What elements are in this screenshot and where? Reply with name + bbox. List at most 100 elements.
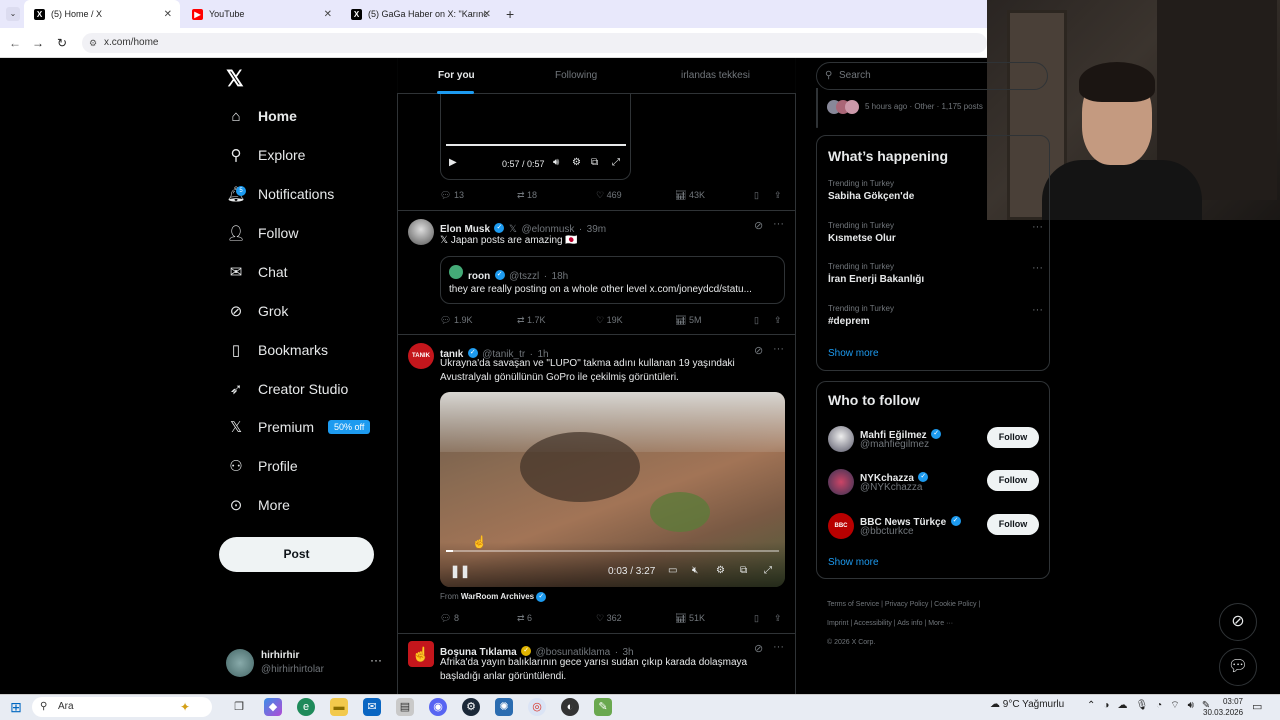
tray-icon[interactable]: ◔ — [1156, 700, 1170, 711]
tab-home-x[interactable]: X (5) Home / X ✕ — [24, 0, 180, 28]
new-tab-plus-icon[interactable]: + — [506, 6, 514, 22]
show-more-link[interactable]: Show more — [828, 348, 879, 359]
trend-item[interactable]: Trending in Turkey #deprem ··· — [828, 304, 1043, 327]
avatar[interactable]: TANIK — [408, 343, 434, 369]
reload-icon[interactable]: ↻ — [53, 34, 71, 52]
more-dots-icon[interactable]: ··· — [773, 343, 784, 355]
sidebar-item-chat[interactable]: ✉ Chat — [226, 257, 288, 287]
play-icon[interactable]: ▶ — [449, 157, 457, 168]
share-icon[interactable]: ⇪ — [774, 190, 782, 201]
repost-button[interactable]: ⇄ 1.7K — [517, 315, 546, 326]
close-icon[interactable]: ✕ — [164, 9, 172, 20]
app-icon[interactable]: ▤ — [396, 698, 414, 716]
more-dots-icon[interactable]: ··· — [1032, 304, 1043, 316]
views-button[interactable]: 📊︎ 51K — [675, 613, 705, 624]
chrome-icon[interactable]: ◎ — [528, 698, 546, 716]
trend-item[interactable]: Trending in Turkey Kısmetse Olur ··· — [828, 221, 1043, 244]
like-button[interactable]: ♡ 362 — [596, 613, 622, 624]
trend-card-partial[interactable]: 5 hours ago · Other · 1,175 posts — [816, 88, 983, 128]
system-tray[interactable]: ⌃◑☁🎙︎◔⌔🔊︎✎ — [1087, 699, 1218, 712]
microphone-icon[interactable]: 🎙︎ — [1135, 700, 1156, 711]
reply-button[interactable]: 💬︎ 1.9K — [440, 315, 472, 326]
fullscreen-icon[interactable]: ⤢ — [764, 565, 772, 576]
grok-icon[interactable]: ⊘ — [754, 344, 763, 357]
notepad-icon[interactable]: ✎ — [594, 698, 612, 716]
settings-icon[interactable]: ⚙ — [572, 157, 581, 168]
footer-link[interactable]: Terms of Service — [827, 601, 879, 608]
repost-button[interactable]: ⇄ 18 — [517, 190, 537, 201]
pip-icon[interactable]: ⧉ — [740, 565, 747, 576]
follow-suggestion[interactable]: BBC BBC News Türkçe ✓ @bbcturkce Follow — [828, 511, 1043, 541]
more-dots-icon[interactable]: ··· — [773, 218, 784, 230]
pip-icon[interactable]: ⧉ — [591, 157, 598, 168]
post-time[interactable]: 39m — [587, 224, 606, 235]
trend-item[interactable]: Trending in Turkey Sabiha Gökçen'de — [828, 179, 1043, 202]
sidebar-item-profile[interactable]: ⚇ Profile — [226, 451, 297, 481]
discord-icon[interactable]: ◉ — [429, 698, 447, 716]
sidebar-item-more[interactable]: ⊙ More — [226, 490, 290, 520]
more-dots-icon[interactable]: ··· — [1032, 262, 1043, 274]
wifi-icon[interactable]: ⌔ — [1170, 700, 1187, 711]
post-button[interactable]: Post — [219, 537, 374, 572]
pause-icon[interactable]: ❚❚ — [450, 564, 470, 578]
follow-button[interactable]: Follow — [987, 470, 1039, 491]
avatar[interactable] — [408, 219, 434, 245]
more-dots-icon[interactable]: ··· — [1032, 221, 1043, 233]
footer-link[interactable]: Ads info — [897, 620, 922, 627]
grok-icon[interactable]: ⊘ — [754, 642, 763, 655]
follow-suggestion[interactable]: NYKchazza ✓ @NYKchazza Follow — [828, 467, 1043, 497]
bookmark-icon[interactable]: ▯ — [754, 190, 759, 201]
video-player[interactable]: ▶ 0:57 / 0:57 🔊︎ ⚙ ⧉ ⤢ — [440, 94, 631, 180]
like-button[interactable]: ♡ 19K — [596, 315, 623, 326]
notification-center-icon[interactable]: ▭ — [1252, 700, 1262, 713]
sidebar-item-bookmarks[interactable]: ▯ Bookmarks — [226, 335, 328, 365]
tray-icon[interactable]: ◑ — [1103, 700, 1117, 711]
sidebar-item-explore[interactable]: ⚲ Explore — [226, 140, 306, 170]
follow-button[interactable]: Follow — [987, 427, 1039, 448]
quote-tweet[interactable]: roon ✓ @tszzl · 18h they are really post… — [440, 256, 785, 304]
volume-icon[interactable]: 🔊︎ — [553, 157, 559, 168]
views-button[interactable]: 📊︎ 5M — [675, 315, 701, 326]
sidebar-item-premium[interactable]: 𝕏 Premium 50% off — [226, 412, 371, 442]
grok-icon[interactable]: ⊘ — [754, 219, 763, 232]
windows-start-icon[interactable]: ⊞ — [7, 698, 25, 716]
share-icon[interactable]: ⇪ — [774, 315, 782, 326]
x-logo-icon[interactable]: 𝕏 — [226, 66, 244, 92]
reply-button[interactable]: 💬︎ 13 — [440, 190, 464, 201]
close-icon[interactable]: ✕ — [324, 9, 332, 20]
avatar[interactable]: ☝ — [408, 641, 434, 667]
footer-link[interactable]: Imprint — [827, 620, 848, 627]
steam-icon[interactable]: ⚙ — [462, 698, 480, 716]
sidebar-item-creator-studio[interactable]: ➶ Creator Studio — [226, 374, 349, 404]
taskbar-search-input[interactable]: ⚲ Ara ✦ — [32, 697, 212, 717]
mail-app-icon[interactable]: ✉ — [363, 698, 381, 716]
sidebar-item-notifications[interactable]: 🔔︎ 5 Notifications — [226, 179, 334, 209]
video-progress-bar[interactable] — [446, 144, 626, 146]
like-button[interactable]: ♡ 469 — [596, 190, 622, 201]
more-dots-icon[interactable]: ··· — [773, 641, 784, 653]
follow-button[interactable]: Follow — [987, 514, 1039, 535]
bookmark-icon[interactable]: ▯ — [754, 315, 759, 326]
sidebar-item-grok[interactable]: ⊘ Grok — [226, 296, 289, 326]
url-field[interactable]: ⚙ x.com/home — [82, 33, 987, 53]
footer-link[interactable]: Privacy Policy — [885, 601, 929, 608]
more-dots-icon[interactable]: ··· — [370, 653, 382, 667]
captions-icon[interactable]: ▭ — [668, 565, 677, 576]
tab-youtube[interactable]: ▶ YouTube ✕ — [182, 0, 340, 28]
bookmark-icon[interactable]: ▯ — [754, 613, 759, 624]
app-icon[interactable]: ✺ — [495, 698, 513, 716]
chat-float-button[interactable]: 💬︎ — [1219, 648, 1257, 686]
copilot-icon[interactable]: ◆ — [264, 698, 282, 716]
video-progress-bar[interactable] — [446, 550, 779, 552]
volume-icon[interactable]: 🔊︎ — [1188, 700, 1202, 711]
source-name[interactable]: WarRoom Archives — [461, 592, 534, 601]
close-icon[interactable]: ✕ — [483, 9, 491, 20]
file-explorer-icon[interactable]: ▬ — [330, 698, 348, 716]
edge-icon[interactable]: e — [297, 698, 315, 716]
trend-item[interactable]: Trending in Turkey İran Enerji Bakanlığı… — [828, 262, 1043, 285]
tab-list-chevron-icon[interactable]: ⌄ — [6, 7, 20, 21]
show-more-link[interactable]: Show more — [828, 557, 879, 568]
grok-float-button[interactable]: ⊘ — [1219, 603, 1257, 641]
repost-button[interactable]: ⇄ 6 — [517, 613, 532, 624]
search-input[interactable]: ⚲ Search — [816, 62, 1048, 90]
